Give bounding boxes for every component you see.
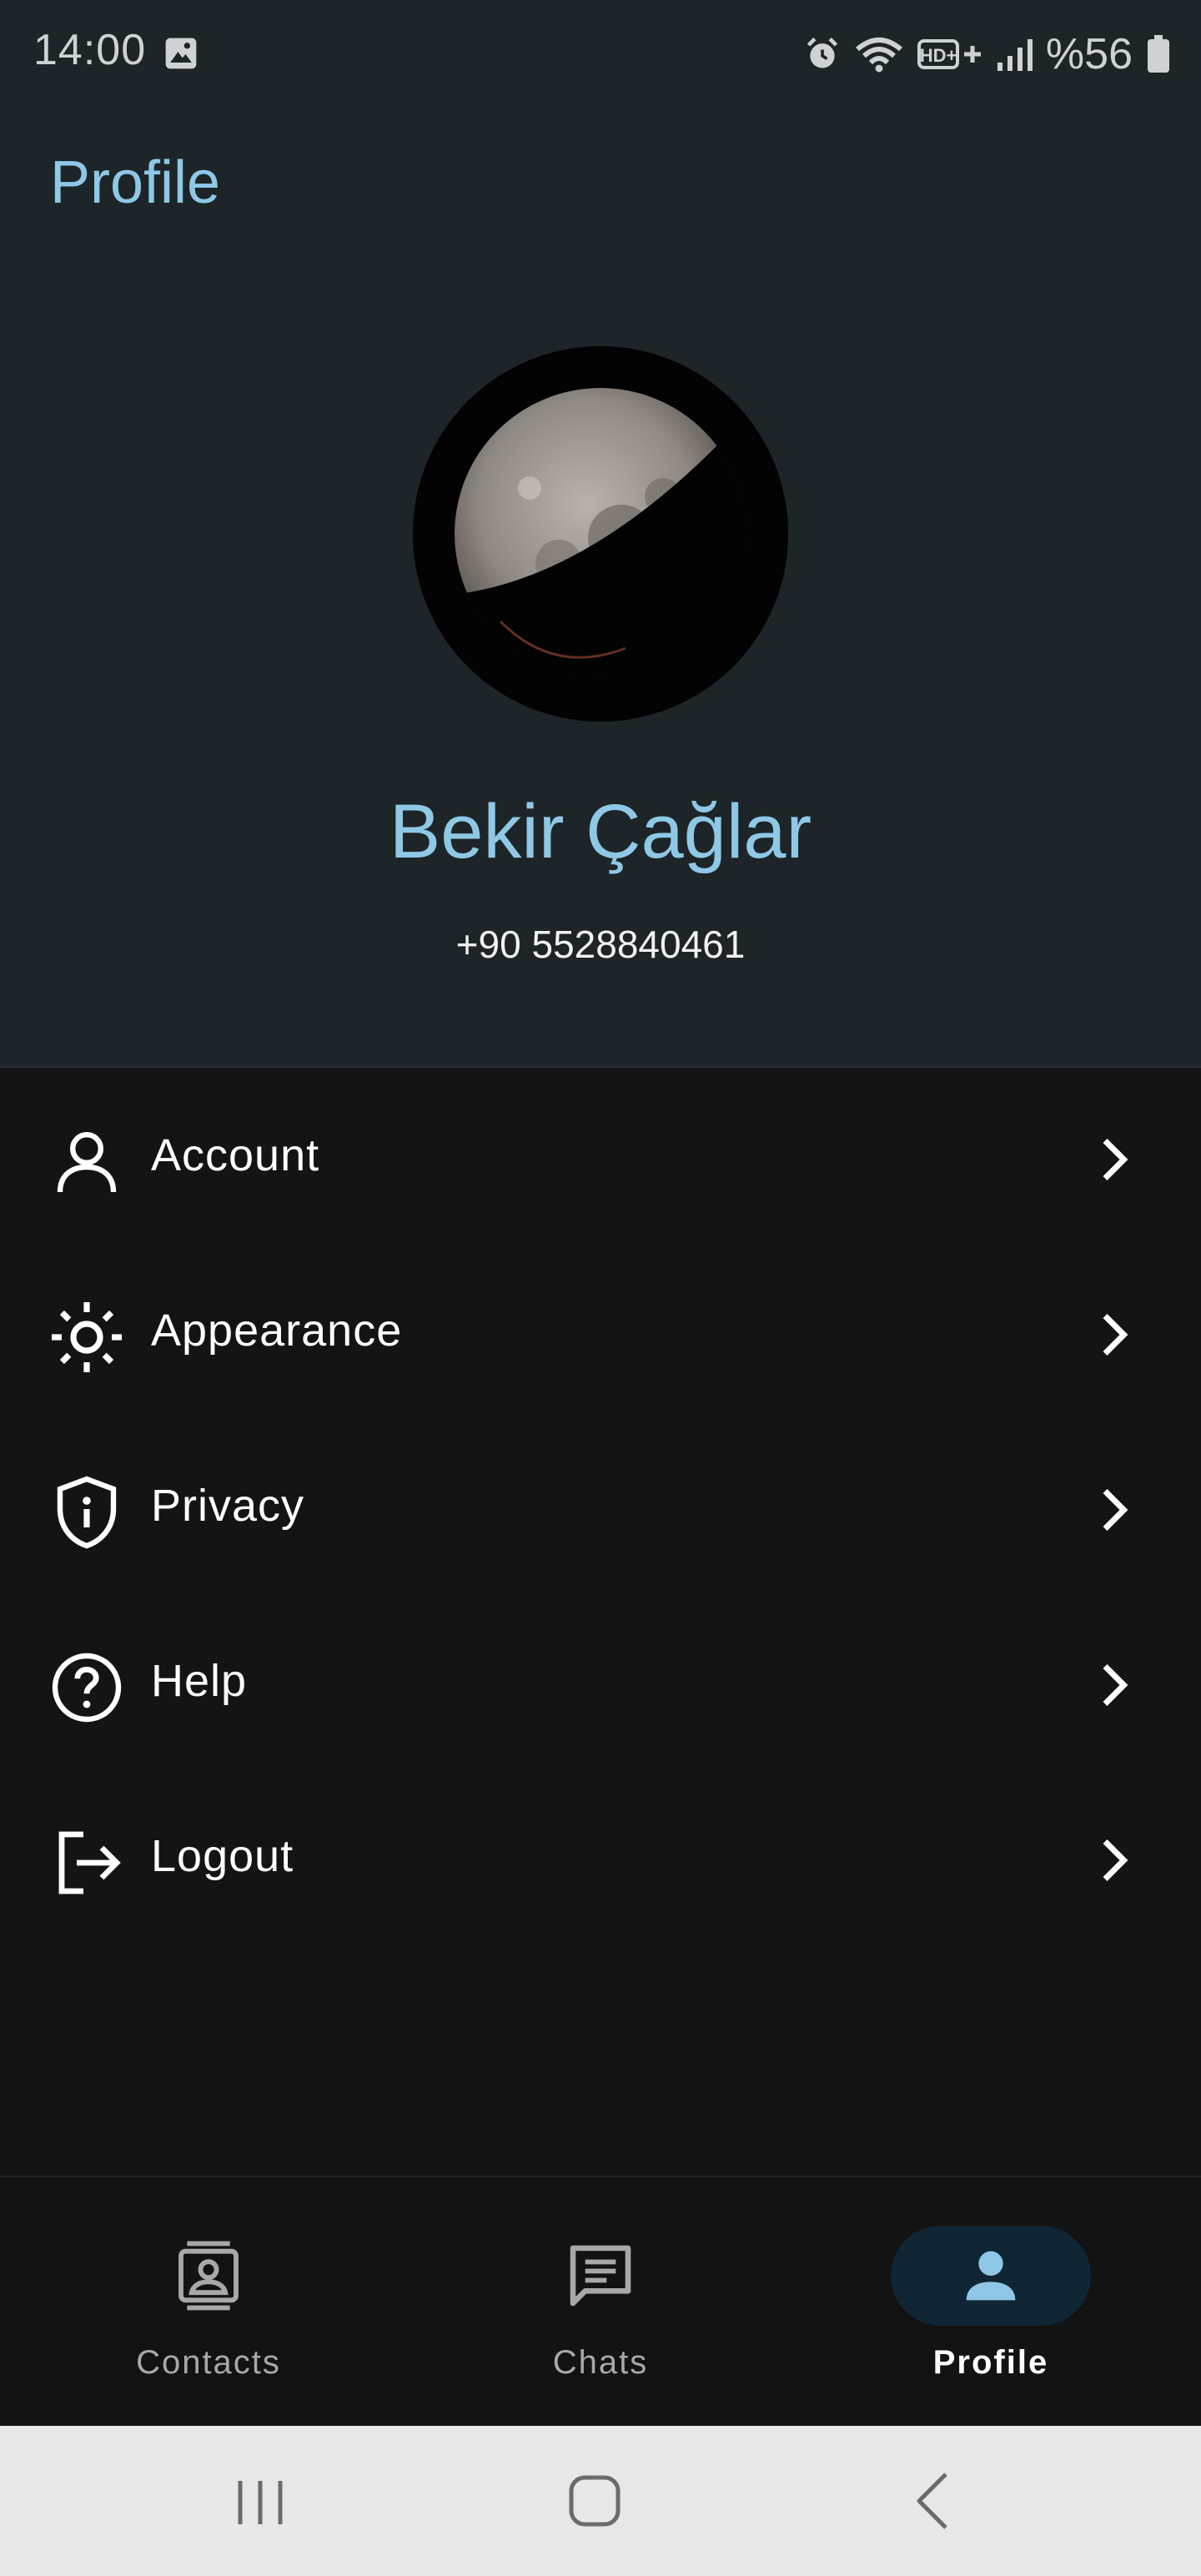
nav-item-profile[interactable]: Profile [791,2177,1191,2428]
chevron-right-icon [1103,1489,1128,1531]
menu-item-privacy[interactable]: Privacy [0,1418,1201,1593]
chevron-right-icon [1103,1314,1128,1356]
home-button[interactable] [553,2459,636,2543]
avatar[interactable] [413,346,788,722]
gallery-icon [163,35,199,76]
signal-icon [997,39,1033,71]
menu-item-account[interactable]: Account [0,1068,1201,1243]
recent-apps-icon [238,2481,283,2524]
recent-apps-button[interactable] [219,2459,302,2543]
profile-phone: +90 5528840461 [455,923,746,966]
battery-icon [1148,35,1169,73]
logout-icon [58,1831,121,1894]
chevron-right-icon [1103,1139,1128,1180]
wifi-icon [855,38,902,73]
menu-label-privacy: Privacy [151,1481,305,1531]
menu-item-help[interactable]: Help [0,1593,1201,1768]
chevron-right-icon [1103,1839,1128,1881]
menu-item-logout[interactable]: Logout [0,1768,1201,1944]
contacts-icon [178,2241,239,2311]
person-icon [966,2251,1016,2301]
nav-item-chats[interactable]: Chats [400,2177,801,2428]
person-icon [57,1132,117,1193]
page-title: Profile [50,149,221,216]
nav-icon-container [500,2226,701,2326]
alarm-icon [807,38,838,68]
status-icons: HD+ %56 [804,25,1171,83]
nav-icon-container-active [891,2226,1091,2326]
back-icon [917,2473,947,2529]
hd-network-icon: HD+ [917,39,981,69]
chat-icon [570,2245,631,2307]
menu-label-account: Account [151,1130,320,1180]
status-time: 14:00 [33,26,147,74]
profile-header: Profile Bekir Çağlar +90 5528840461 [0,108,1201,1068]
menu-label-help: Help [151,1656,248,1706]
chevron-right-icon [1103,1664,1128,1706]
hd-label: HD+ [920,45,957,66]
nav-label-contacts: Contacts [136,2344,281,2381]
profile-name: Bekir Çağlar [389,789,812,874]
status-bar: 14:00 HD+ %56 [0,0,1201,108]
shield-icon [57,1476,117,1549]
home-icon [569,2475,621,2527]
nav-icon-container [108,2226,309,2326]
menu-item-appearance[interactable]: Appearance [0,1243,1201,1418]
bottom-nav: Contacts Chats Profile [0,2176,1201,2428]
sun-icon [52,1302,122,1372]
moon-image [413,346,788,722]
help-icon [52,1653,122,1723]
back-button[interactable] [892,2459,976,2543]
system-nav-bar [0,2426,1201,2576]
nav-label-profile: Profile [932,2344,1049,2381]
menu-label-logout: Logout [151,1831,294,1881]
nav-item-contacts[interactable]: Contacts [8,2177,409,2428]
menu-label-appearance: Appearance [151,1306,403,1356]
battery-percent: %56 [1045,30,1133,78]
nav-label-chats: Chats [552,2344,649,2381]
